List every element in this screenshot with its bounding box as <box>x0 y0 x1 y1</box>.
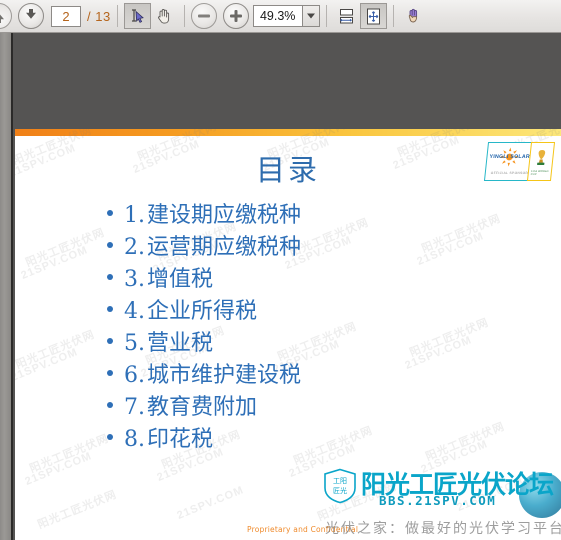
forum-url-text: BBS.21SPV.COM <box>379 493 497 508</box>
watermark-tile: 阳光工匠光伏网 <box>15 328 97 372</box>
hand-pan-icon <box>158 9 170 24</box>
fit-page-icon <box>366 8 380 24</box>
list-item-label: 印花税 <box>147 427 214 452</box>
shield-emblem-icon: 工阳 匠光 <box>324 468 356 504</box>
previous-page-button[interactable] <box>0 3 12 29</box>
hand-pointer-icon <box>408 8 417 22</box>
toolbar-divider-4 <box>392 5 394 27</box>
list-item-number: 5. <box>124 331 145 356</box>
list-item: 3. 增值税 <box>107 261 507 293</box>
table-of-contents-list: 1. 建设期应缴税种 2. 运营期应缴税种 3. 增值税 4. 企业所得税 5. <box>107 197 507 453</box>
zoom-level-combobox[interactable]: 49.3% <box>252 5 320 27</box>
zoom-in-button[interactable] <box>222 3 249 29</box>
watermark-tile: 21SPV.COM <box>455 476 526 514</box>
fit-page-button[interactable] <box>359 3 387 29</box>
watermark-tile: 阳光工匠光伏网 <box>28 432 111 476</box>
watermark-tile: 阳光工匠光伏网 <box>36 488 119 532</box>
bullet-icon <box>107 402 113 408</box>
forum-watermark-logo: 工阳 匠光 阳光工匠光伏论坛 BBS.21SPV.COM <box>315 464 561 526</box>
bullet-icon <box>107 210 113 216</box>
list-item: 6. 城市维护建设税 <box>107 357 507 389</box>
zoom-level-value[interactable]: 49.3% <box>253 6 302 26</box>
list-item-label: 建设期应缴税种 <box>147 203 302 228</box>
bullet-icon <box>107 434 113 440</box>
page-total-label: / 13 <box>87 8 111 24</box>
fit-width-icon <box>339 8 353 23</box>
forum-name-text: 阳光工匠光伏论坛 <box>361 470 554 499</box>
pdf-page-2[interactable]: 阳光工匠光伏网 21SPV.COM 阳光工匠光伏网 21SPV.COM 阳光工匠… <box>15 129 561 540</box>
toolbar-divider-1 <box>116 5 118 27</box>
forum-tagline-text: 光伏之家：做最好的光伏学习平台 <box>325 520 561 536</box>
bullet-icon <box>107 338 113 344</box>
watermark-tile: 阳光工匠光伏网 <box>24 226 107 270</box>
watermark-tile: 21SPV.COM <box>175 484 246 522</box>
list-item: 8. 印花税 <box>107 421 507 453</box>
pdf-viewer-canvas[interactable]: 阳光工匠光伏网 21SPV.COM 阳光工匠光伏网 21SPV.COM 阳光工匠… <box>0 33 561 540</box>
list-item-label: 教育费附加 <box>147 395 258 420</box>
toolbar-divider-3 <box>325 5 327 27</box>
slide-accent-bar <box>15 129 561 136</box>
bullet-icon <box>107 242 113 248</box>
list-item-number: 7. <box>124 395 145 420</box>
fit-width-button[interactable] <box>333 3 360 29</box>
list-item-label: 企业所得税 <box>147 299 258 324</box>
watermark-tile: 21SPV.COM <box>19 244 90 282</box>
pdf-viewer-toolbar: 2 / 13 49.3% <box>0 0 561 33</box>
list-item: 4. 企业所得税 <box>107 293 507 325</box>
watermark-tile: 21SPV.COM <box>23 450 94 488</box>
list-item: 7. 教育费附加 <box>107 389 507 421</box>
list-item: 5. 营业税 <box>107 325 507 357</box>
list-item: 2. 运营期应缴税种 <box>107 229 507 261</box>
svg-text:工阳: 工阳 <box>333 476 347 485</box>
toolbar-divider-2 <box>183 5 185 27</box>
list-item-label: 运营期应缴税种 <box>147 235 302 260</box>
globe-sphere-icon <box>519 472 561 518</box>
list-item-number: 4. <box>124 299 145 324</box>
list-item-number: 1. <box>124 203 145 228</box>
svg-text:匠光: 匠光 <box>333 486 347 495</box>
list-item: 1. 建设期应缴税种 <box>107 197 507 229</box>
list-item-label: 增值税 <box>147 267 214 292</box>
watermark-tile: 21SPV.COM <box>15 346 80 384</box>
text-select-cursor-icon <box>131 8 144 23</box>
list-item-number: 6. <box>124 363 145 388</box>
sidebar-panel-strip[interactable] <box>0 33 13 540</box>
list-item-number: 8. <box>124 427 145 452</box>
list-item-number: 2. <box>124 235 145 260</box>
slide-title: 目录 <box>255 153 320 187</box>
list-item-label: 城市维护建设税 <box>147 363 302 388</box>
cursor-tool-button[interactable] <box>400 3 427 29</box>
zoom-out-button[interactable] <box>190 3 217 29</box>
bullet-icon <box>107 274 113 280</box>
bullet-icon <box>107 306 113 312</box>
select-tool-button[interactable] <box>123 3 151 29</box>
bullet-icon <box>107 370 113 376</box>
list-item-number: 3. <box>124 267 145 292</box>
zoom-dropdown-arrow[interactable] <box>301 6 319 26</box>
list-item-label: 营业税 <box>147 331 214 356</box>
page-number-input[interactable]: 2 <box>51 5 81 27</box>
next-page-button[interactable] <box>18 3 44 29</box>
hand-tool-button[interactable] <box>151 3 178 29</box>
